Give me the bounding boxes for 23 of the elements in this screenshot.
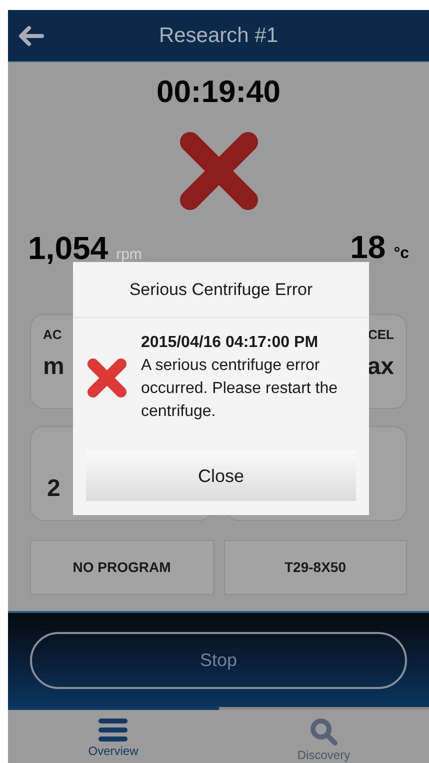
program-button[interactable]: T29-8X50 (224, 540, 407, 595)
timer-readout: 00:19:40 (155, 74, 282, 110)
error-cross-icon (85, 356, 129, 400)
error-message: A serious centrifuge error occurred. Please restart the centrifuge. (141, 356, 339, 422)
error-cross-icon (178, 130, 260, 212)
temperature-value: 18 (350, 230, 386, 264)
search-icon (310, 718, 338, 746)
speed-unit: rpm (116, 244, 142, 264)
setting-label: CEL (368, 326, 394, 344)
error-timestamp: 2015/04/16 04:17:00 PM (141, 333, 320, 353)
menu-icon (98, 718, 128, 742)
close-button[interactable]: Close (86, 451, 356, 501)
setpoint-value: 2 (47, 474, 62, 504)
back-arrow-icon (18, 26, 44, 46)
setting-value: ax (367, 352, 394, 382)
dialog-title: Serious Centrifuge Error (73, 262, 369, 318)
program-button[interactable]: NO PROGRAM (30, 540, 214, 595)
temperature-unit: °c (394, 244, 409, 264)
nav-tab[interactable]: Overview (8, 707, 218, 763)
setting-value: m (43, 352, 64, 382)
speed-value: 1,054 (28, 230, 108, 264)
setting-label: AC (43, 326, 62, 344)
screen-title: Research #1 (158, 22, 280, 49)
